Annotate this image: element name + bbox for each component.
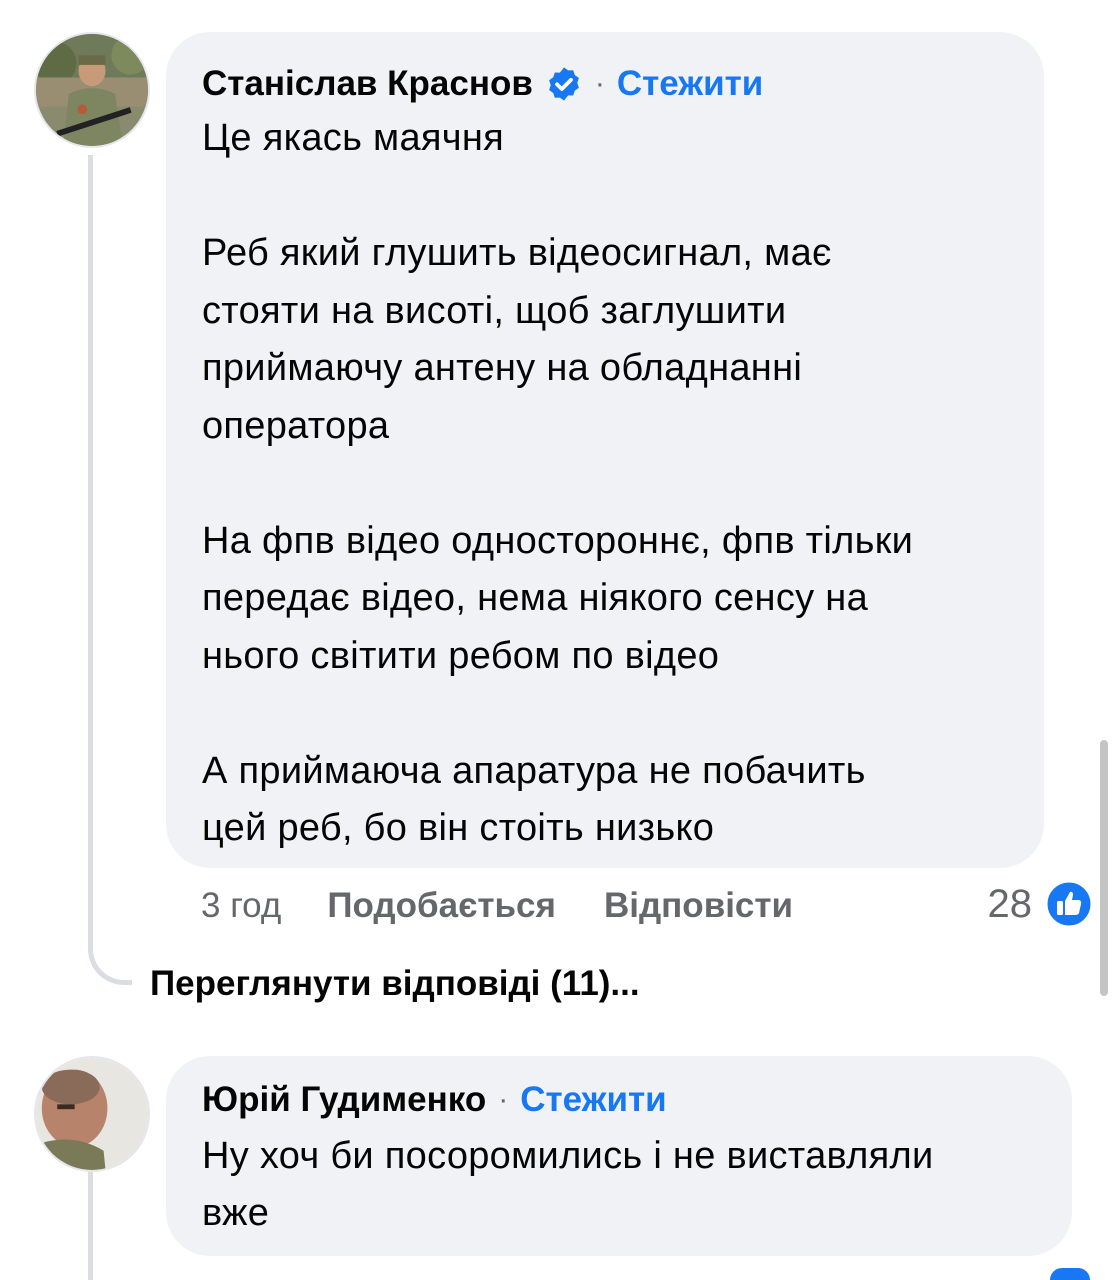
verified-badge-icon — [548, 67, 579, 101]
like-icon — [1044, 879, 1094, 929]
comment-timestamp[interactable]: 3 год — [201, 886, 281, 926]
separator-dot: · — [594, 67, 605, 100]
avatar[interactable] — [34, 1056, 150, 1172]
separator-dot: · — [498, 1083, 509, 1116]
thread-connector-line — [88, 1172, 93, 1280]
comment-author[interactable]: Станіслав Краснов — [202, 64, 533, 104]
scrollbar[interactable] — [1100, 740, 1108, 996]
view-replies-link[interactable]: Переглянути відповіді (11)... — [150, 964, 640, 1004]
next-reaction-icon-peek — [1050, 1268, 1090, 1280]
thread-connector-line — [88, 155, 132, 985]
avatar-photo-soldier — [36, 34, 148, 146]
comment-actions: 3 год Подобається Відповісти — [201, 882, 793, 930]
reply-button[interactable]: Відповісти — [604, 886, 793, 926]
like-button[interactable]: Подобається — [327, 886, 556, 926]
avatar-photo-man — [36, 1058, 148, 1170]
follow-button[interactable]: Стежити — [520, 1080, 666, 1120]
reaction-count: 28 — [987, 881, 1033, 926]
comment-header: Станіслав Краснов · Стежити — [202, 62, 1008, 106]
avatar[interactable] — [34, 32, 150, 148]
comment-text: Ну хоч би посоромились і не виставляли в… — [202, 1135, 934, 1234]
comment-bubble: Станіслав Краснов · Стежити Це якась мая… — [166, 32, 1044, 868]
follow-button[interactable]: Стежити — [617, 64, 763, 104]
reaction-summary[interactable]: 28 — [988, 876, 1095, 932]
comment-text: Це якась маячня Реб який глушить відеоси… — [202, 117, 914, 849]
comment-header: Юрій Гудименко · Стежити — [202, 1078, 1036, 1122]
comment-bubble: Юрій Гудименко · Стежити Ну хоч би посор… — [166, 1056, 1072, 1256]
comment-author[interactable]: Юрій Гудименко — [202, 1080, 486, 1120]
